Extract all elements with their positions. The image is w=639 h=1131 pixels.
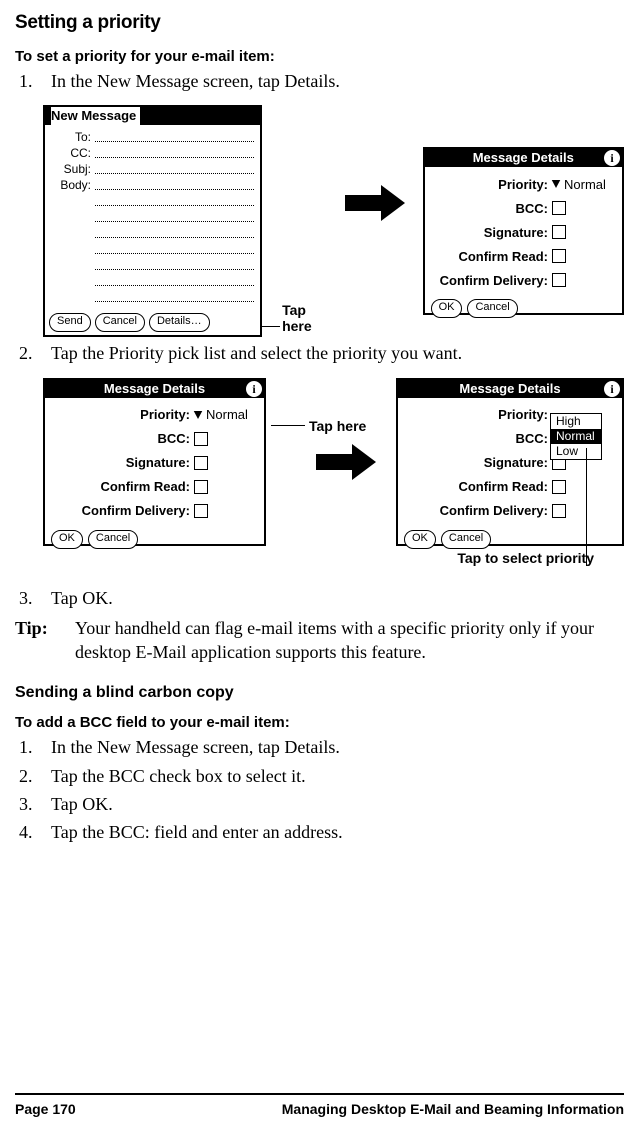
step-text: Tap OK. <box>51 586 624 610</box>
priority-dropdown-open[interactable]: High Normal Low <box>550 413 602 460</box>
signature-checkbox[interactable] <box>194 456 208 470</box>
bcc-checkbox[interactable] <box>552 201 566 215</box>
step-text: In the New Message screen, tap Details. <box>51 69 624 93</box>
confirm-read-checkbox[interactable] <box>194 480 208 494</box>
confirm-delivery-checkbox[interactable] <box>194 504 208 518</box>
panel-title: New Message <box>45 107 260 125</box>
page-number: Page 170 <box>15 1101 76 1117</box>
cancel-button[interactable]: Cancel <box>441 530 491 549</box>
cc-label: CC: <box>51 146 95 160</box>
callout-tap-here-1: Tap here <box>282 302 333 334</box>
step-item: 1.In the New Message screen, tap Details… <box>15 735 624 759</box>
section-heading: Setting a priority <box>15 12 624 34</box>
dropdown-icon <box>194 411 203 419</box>
step-item: 1. In the New Message screen, tap Detail… <box>15 69 624 93</box>
info-icon[interactable]: i <box>246 381 262 397</box>
info-icon[interactable]: i <box>604 381 620 397</box>
to-field[interactable] <box>95 141 254 142</box>
subj-field[interactable] <box>95 173 254 174</box>
message-details-panel-open: Message Detailsi Priority: High Normal L… <box>396 378 624 546</box>
ok-button[interactable]: OK <box>431 299 463 318</box>
figure-row-1: New Message To: CC: Subj: Body: Send Can… <box>43 105 624 337</box>
chapter-title: Managing Desktop E-Mail and Beaming Info… <box>282 1101 624 1117</box>
step-item: 2.Tap the BCC check box to select it. <box>15 764 624 788</box>
cancel-button[interactable]: Cancel <box>88 530 138 549</box>
step-number: 1. <box>15 69 51 93</box>
step-text: Tap the Priority pick list and select th… <box>51 341 624 365</box>
tip-label: Tip: <box>15 616 75 665</box>
arrow-right-icon <box>316 444 376 480</box>
cancel-button[interactable]: Cancel <box>467 299 517 318</box>
step-item: 4.Tap the BCC: field and enter an addres… <box>15 820 624 844</box>
step-number: 3. <box>15 586 51 610</box>
message-details-panel: Message Detailsi Priority:Normal BCC: Si… <box>43 378 266 546</box>
tip-block: Tip: Your handheld can flag e-mail items… <box>15 616 624 665</box>
priority-option-high[interactable]: High <box>551 414 601 429</box>
step-item: 2. Tap the Priority pick list and select… <box>15 341 624 365</box>
message-details-panel: Message Details i Priority:Normal BCC: S… <box>423 147 624 315</box>
bcc-checkbox[interactable] <box>194 432 208 446</box>
section-heading-2: Sending a blind carbon copy <box>15 684 624 702</box>
send-button[interactable]: Send <box>49 313 91 332</box>
cc-field[interactable] <box>95 157 254 158</box>
dropdown-icon <box>552 180 561 188</box>
signature-checkbox[interactable] <box>552 225 566 239</box>
body-label: Body: <box>51 178 95 192</box>
ok-button[interactable]: OK <box>404 530 436 549</box>
priority-picklist[interactable]: Normal <box>552 177 616 192</box>
arrow-right-icon <box>345 185 405 221</box>
priority-option-normal[interactable]: Normal <box>551 429 601 444</box>
details-button[interactable]: Details… <box>149 313 210 332</box>
panel-title: Message Details i <box>425 149 622 167</box>
callout-tap-here-2: Tap here <box>309 418 366 434</box>
subj-label: Subj: <box>51 162 95 176</box>
step-number: 2. <box>15 341 51 365</box>
new-message-panel: New Message To: CC: Subj: Body: Send Can… <box>43 105 262 337</box>
priority-picklist[interactable]: Normal <box>194 407 258 422</box>
confirm-read-checkbox[interactable] <box>552 249 566 263</box>
confirm-delivery-checkbox[interactable] <box>552 273 566 287</box>
task-heading-2: To add a BCC field to your e-mail item: <box>15 714 624 731</box>
info-icon[interactable]: i <box>604 150 620 166</box>
figure-row-2: Message Detailsi Priority:Normal BCC: Si… <box>43 378 624 546</box>
body-field[interactable] <box>95 189 254 190</box>
step-item: 3. Tap OK. <box>15 586 624 610</box>
page-footer: Page 170 Managing Desktop E-Mail and Bea… <box>15 1093 624 1117</box>
step-item: 3.Tap OK. <box>15 792 624 816</box>
priority-option-low[interactable]: Low <box>551 444 601 459</box>
ok-button[interactable]: OK <box>51 530 83 549</box>
cancel-button[interactable]: Cancel <box>95 313 145 332</box>
task-heading-1: To set a priority for your e-mail item: <box>15 48 624 65</box>
to-label: To: <box>75 130 91 144</box>
tip-text: Your handheld can flag e-mail items with… <box>75 616 624 665</box>
